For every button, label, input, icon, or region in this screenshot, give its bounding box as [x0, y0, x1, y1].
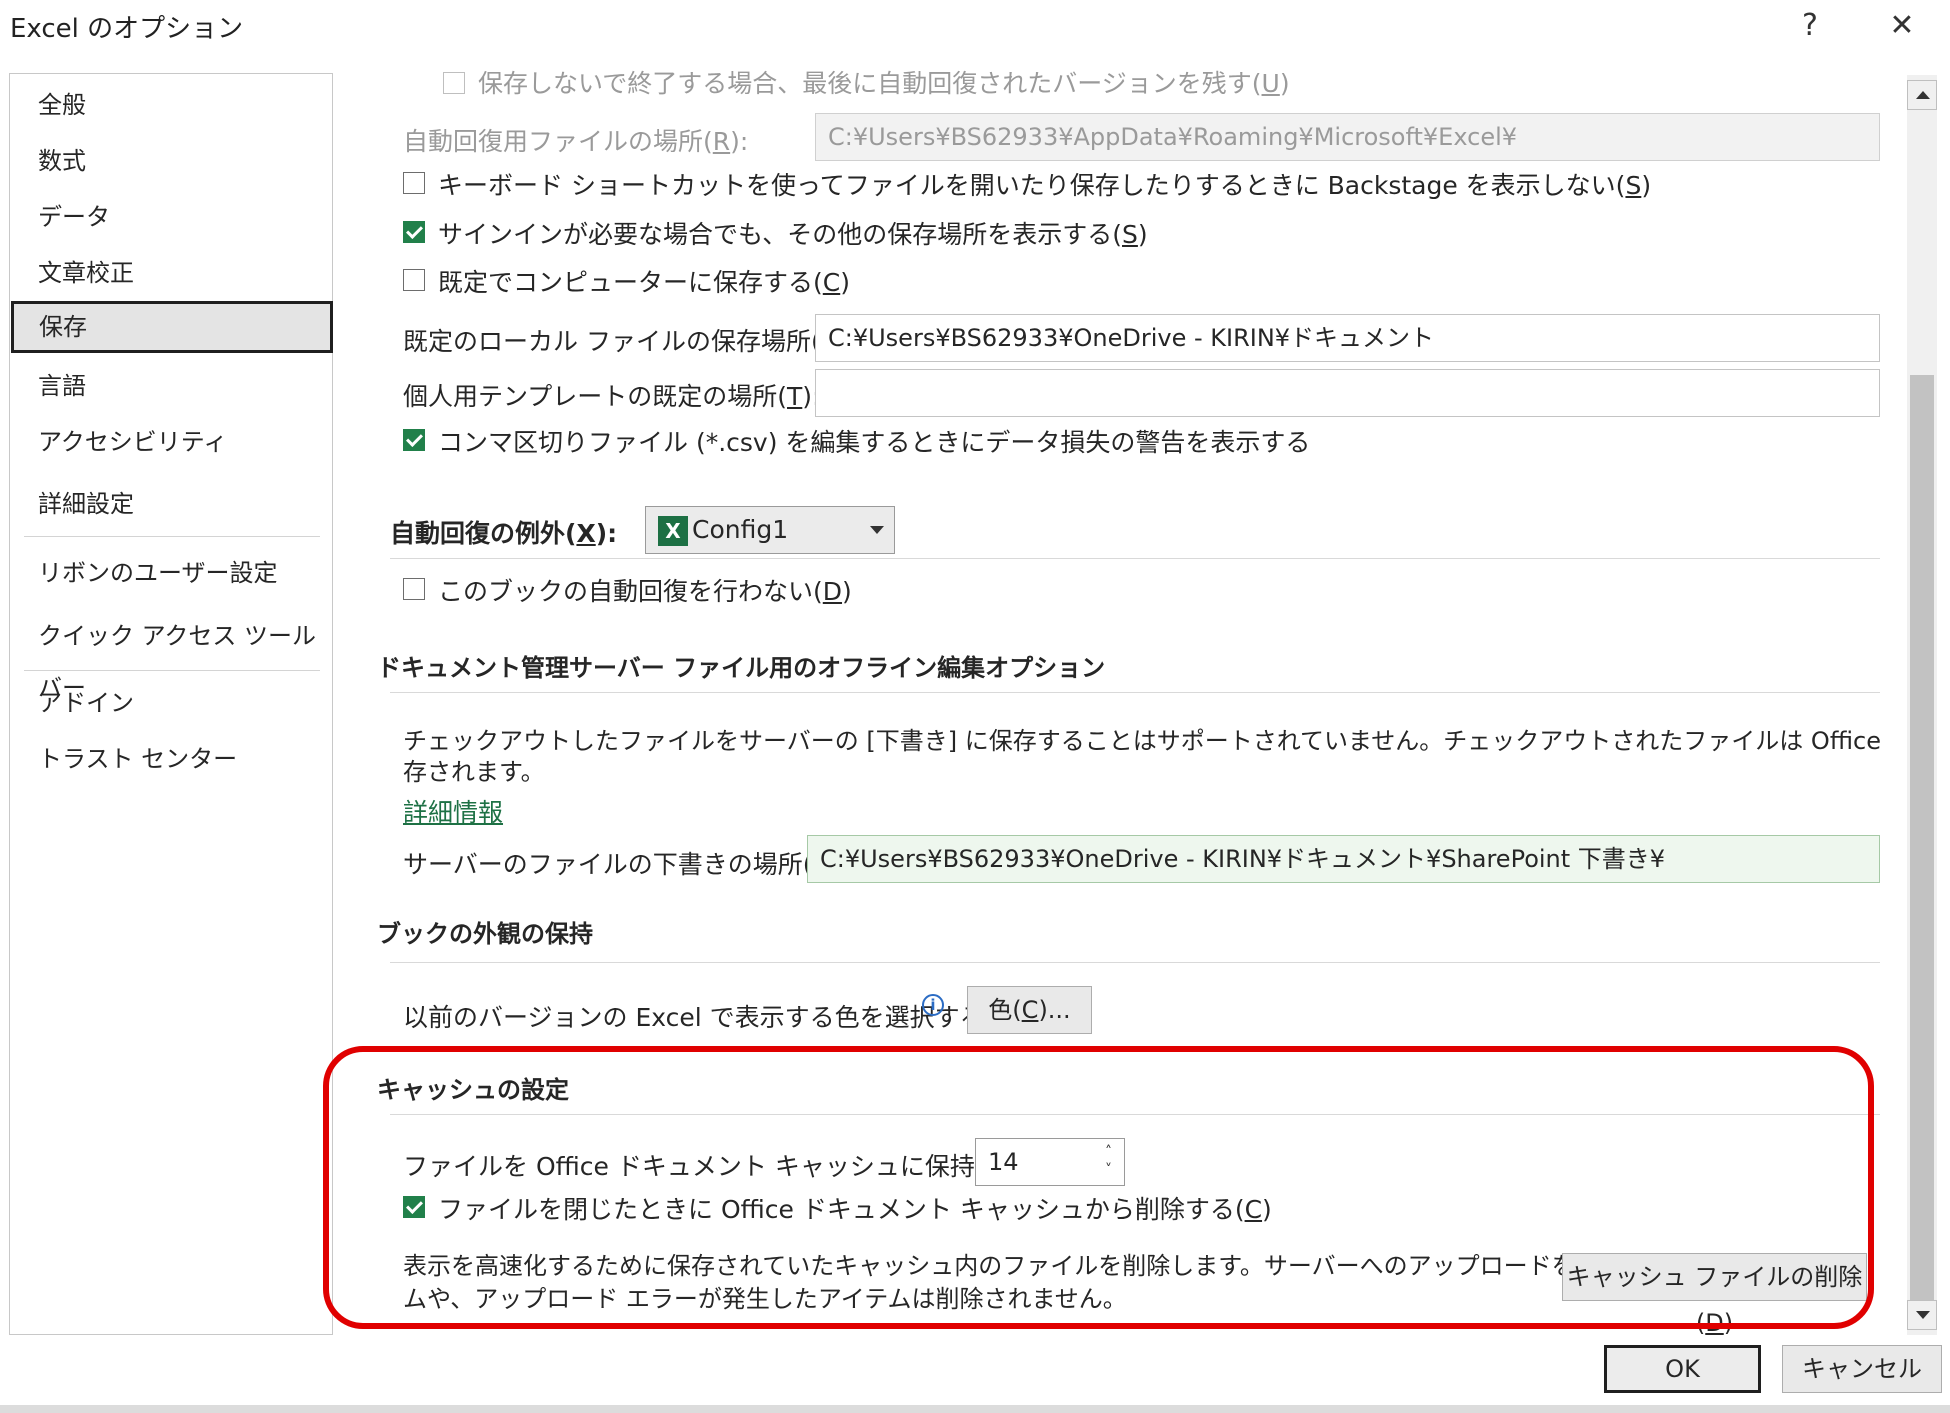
no-backstage-label: キーボード ショートカットを使ってファイルを開いたり保存したりするときに Bac… [438, 171, 1652, 200]
save-to-computer-checkbox[interactable] [403, 269, 425, 291]
offline-editing-desc-line1: チェックアウトしたファイルをサーバーの [下書き] に保存することはサポートされ… [403, 727, 1895, 755]
nav-item-accessibility[interactable]: アクセシビリティ [10, 416, 332, 468]
vertical-scrollbar[interactable] [1907, 75, 1937, 1335]
preserve-visual-label: 以前のバージョンの Excel で表示する色を選択する: [403, 1003, 994, 1032]
scroll-down-button[interactable] [1907, 1300, 1937, 1330]
stepper-up-icon[interactable]: ˄ [1105, 1145, 1112, 1159]
colors-button[interactable]: 色(C)... [967, 986, 1092, 1034]
nav-item-language[interactable]: 言語 [10, 360, 332, 412]
nav-item-save[interactable]: 保存 [11, 301, 333, 353]
section-divider [390, 558, 1880, 559]
disable-autorecover-label: このブックの自動回復を行わない(D) [438, 577, 852, 606]
nav-item-trust-center[interactable]: トラスト センター [10, 733, 332, 785]
window-bottom-edge [0, 1405, 1950, 1413]
show-additional-places-checkbox[interactable] [403, 221, 425, 243]
cancel-button[interactable]: キャンセル [1782, 1345, 1942, 1393]
nav-item-formulas[interactable]: 数式 [10, 135, 332, 187]
nav-item-general[interactable]: 全般 [10, 79, 332, 131]
help-button[interactable]: ? [1790, 8, 1830, 43]
section-divider [390, 962, 1880, 963]
show-additional-places-label: サインインが必要な場合でも、その他の保存場所を表示する(S) [438, 220, 1148, 249]
cache-days-value: 14 [988, 1148, 1019, 1176]
autorecover-exceptions-label: 自動回復の例外(X): [390, 519, 618, 548]
default-local-location-field[interactable]: C:¥Users¥BS62933¥OneDrive - KIRIN¥ドキュメント [815, 314, 1880, 362]
csv-warning-label: コンマ区切りファイル (*.csv) を編集するときにデータ損失の警告を表示する [438, 428, 1311, 457]
section-divider [390, 1114, 1880, 1115]
stepper-down-icon[interactable]: ˅ [1105, 1163, 1112, 1177]
autorecover-workbook-value: Config1 [692, 515, 789, 544]
scroll-thumb[interactable] [1910, 375, 1934, 1300]
default-local-location-label: 既定のローカル ファイルの保存場所(I): [403, 327, 846, 356]
drafts-location-label: サーバーのファイルの下書きの場所(V): [403, 850, 848, 879]
nav-item-quick-access-toolbar[interactable]: クイック アクセス ツール バー [10, 610, 332, 702]
delete-on-close-checkbox[interactable] [403, 1196, 425, 1218]
cache-days-stepper[interactable]: 14 ˄ ˅ [975, 1138, 1125, 1186]
delete-on-close-label: ファイルを閉じたときに Office ドキュメント キャッシュから削除する(C) [438, 1195, 1272, 1224]
nav-item-advanced[interactable]: 詳細設定 [10, 478, 332, 530]
dialog-title: Excel のオプション [10, 14, 244, 44]
more-info-link[interactable]: 詳細情報 [403, 793, 503, 829]
save-options-panel: 保存しないで終了する場合、最後に自動回復されたバージョンを残す(U) 自動回復用… [345, 60, 1895, 1350]
chevron-down-icon [870, 526, 884, 534]
preserve-visual-heading: ブックの外観の保持 [377, 920, 593, 948]
autorecover-location-field[interactable]: C:¥Users¥BS62933¥AppData¥Roaming¥Microso… [815, 113, 1880, 161]
nav-separator [24, 670, 320, 671]
nav-separator [24, 536, 320, 537]
autorecover-workbook-dropdown[interactable]: X Config1 [645, 506, 895, 554]
drafts-location-field[interactable]: C:¥Users¥BS62933¥OneDrive - KIRIN¥ドキュメント… [807, 835, 1880, 883]
nav-item-addins[interactable]: アドイン [10, 677, 332, 729]
nav-item-customize-ribbon[interactable]: リボンのユーザー設定 [10, 547, 332, 599]
personal-templates-field[interactable] [815, 369, 1880, 417]
arrow-up-icon [1916, 91, 1930, 99]
cache-desc-line2: ムや、アップロード エラーが発生したアイテムは削除されません。 [403, 1285, 1127, 1313]
save-to-computer-label: 既定でコンピューターに保存する(C) [438, 268, 850, 297]
options-nav: 全般 数式 データ 文章校正 保存 言語 アクセシビリティ 詳細設定 リボンのユ… [9, 73, 333, 1335]
excel-workbook-icon: X [658, 516, 688, 546]
csv-warning-checkbox[interactable] [403, 429, 425, 451]
section-divider [390, 692, 1880, 693]
scroll-up-button[interactable] [1907, 80, 1937, 110]
close-button[interactable]: ✕ [1882, 8, 1922, 43]
nav-item-data[interactable]: データ [10, 191, 332, 243]
keep-last-autorecover-label: 保存しないで終了する場合、最後に自動回復されたバージョンを残す(U) [478, 69, 1290, 98]
disable-autorecover-checkbox[interactable] [403, 578, 425, 600]
info-icon[interactable]: i [922, 994, 944, 1016]
offline-editing-desc-line2: 存されます。 [403, 758, 545, 786]
keep-last-autorecover-checkbox[interactable] [443, 72, 465, 94]
delete-cache-files-button[interactable]: キャッシュ ファイルの削除(D) [1562, 1253, 1867, 1337]
autorecover-location-label: 自動回復用ファイルの場所(R): [403, 127, 749, 156]
no-backstage-checkbox[interactable] [403, 172, 425, 194]
cache-desc-line1: 表示を高速化するために保存されていたキャッシュ内のファイルを削除します。サーバー… [403, 1252, 1742, 1280]
personal-templates-label: 個人用テンプレートの既定の場所(T): [403, 382, 821, 411]
arrow-down-icon [1916, 1311, 1930, 1319]
ok-button[interactable]: OK [1604, 1345, 1761, 1393]
offline-editing-heading: ドキュメント管理サーバー ファイル用のオフライン編集オプション [377, 654, 1106, 682]
cache-settings-heading: キャッシュの設定 [377, 1076, 569, 1104]
nav-item-proofing[interactable]: 文章校正 [10, 247, 332, 299]
